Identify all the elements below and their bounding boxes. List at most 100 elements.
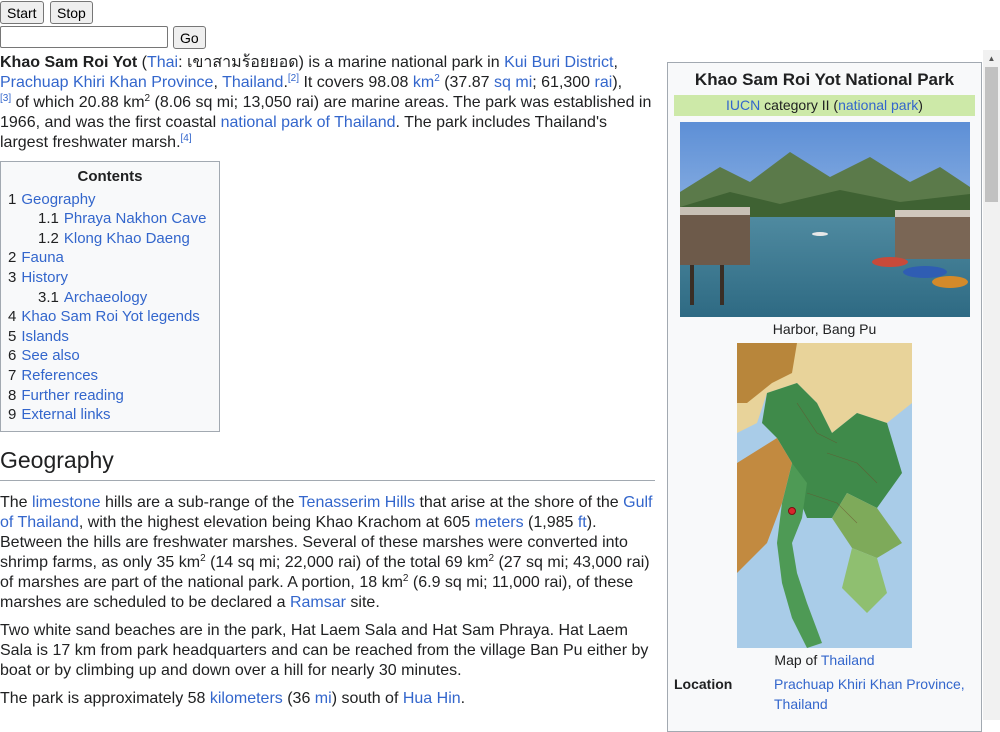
national-park-of-thailand-link[interactable]: national park of Thailand bbox=[221, 114, 396, 131]
km-link[interactable]: km bbox=[413, 74, 434, 91]
geo-text: ) south of bbox=[331, 689, 403, 707]
limestone-link[interactable]: limestone bbox=[32, 494, 100, 511]
toc-item-link[interactable]: References bbox=[21, 367, 98, 384]
geo-text: , with the highest elevation being Khao … bbox=[78, 513, 475, 531]
article-subject: Khao Sam Roi Yot bbox=[0, 54, 138, 71]
toc-item-link[interactable]: Fauna bbox=[21, 249, 64, 266]
toc-item-link[interactable]: Klong Khao Daeng bbox=[64, 230, 190, 247]
iucn-link[interactable]: IUCN bbox=[726, 97, 760, 113]
toc-item[interactable]: 3 History bbox=[8, 268, 219, 288]
iucn-national-park-link[interactable]: national park bbox=[838, 97, 918, 113]
toc-item-link[interactable]: Further reading bbox=[21, 387, 124, 404]
toc-item[interactable]: 7 References bbox=[8, 366, 219, 386]
miles-link[interactable]: mi bbox=[315, 690, 332, 707]
geo-text: The bbox=[0, 493, 33, 511]
toc-item-number: 8 bbox=[8, 386, 17, 404]
reference-4-link[interactable]: [4] bbox=[181, 133, 192, 144]
toc-item[interactable]: 4 Khao Sam Roi Yot legends bbox=[8, 307, 219, 327]
toc-item-number: 1 bbox=[8, 190, 17, 208]
tenasserim-hills-link[interactable]: Tenasserim Hills bbox=[299, 494, 415, 511]
map-caption: Map of Thailand bbox=[668, 650, 981, 670]
geo-text: (36 bbox=[282, 689, 315, 707]
infobox-title: Khao Sam Roi Yot National Park bbox=[694, 70, 955, 89]
toc-list: 1 Geography 1.1 Phraya Nakhon Cave 1.2 Klong … bbox=[8, 190, 219, 425]
thai-language-link[interactable]: Thai bbox=[147, 54, 178, 71]
hua-hin-link[interactable]: Hua Hin bbox=[403, 690, 461, 707]
toc-item[interactable]: 9 External links bbox=[8, 405, 219, 425]
geo-text: hills are a sub-range of the bbox=[100, 493, 299, 511]
reference-3-link[interactable]: [3] bbox=[0, 93, 11, 104]
intro-text: : เขาสามร้อยยอด) is a marine national pa… bbox=[178, 54, 505, 71]
feet-link[interactable]: ft bbox=[578, 514, 587, 531]
toc-item-link[interactable]: Geography bbox=[21, 191, 95, 208]
intro-text: (37.87 bbox=[439, 74, 495, 91]
iucn-text: ) bbox=[918, 97, 923, 113]
kilometers-link[interactable]: kilometers bbox=[210, 690, 283, 707]
location-value-link[interactable]: Prachuap Khiri Khan Province, Thailand bbox=[774, 674, 975, 714]
sq-mi-link[interactable]: sq mi bbox=[494, 74, 532, 91]
intro-text: , bbox=[213, 74, 223, 91]
scroll-up-arrow-icon[interactable]: ▲ bbox=[983, 50, 1000, 67]
stop-button[interactable]: Stop bbox=[50, 1, 93, 24]
toc-item-link[interactable]: Islands bbox=[21, 328, 69, 345]
toc-item-number: 1.1 bbox=[38, 210, 59, 228]
intro-text: ), bbox=[612, 74, 623, 91]
toc-item-number: 6 bbox=[8, 347, 17, 365]
iucn-category: IUCN category II (national park) bbox=[674, 95, 975, 116]
toc-item[interactable]: 1.2 Klong Khao Daeng bbox=[8, 229, 219, 249]
geography-heading: Geography bbox=[0, 446, 655, 481]
rai-link[interactable]: rai bbox=[595, 74, 613, 91]
harbor-photo[interactable] bbox=[679, 122, 970, 317]
article-content: Khao Sam Roi Yot (Thai: เขาสามร้อยยอด) i… bbox=[0, 53, 655, 717]
prachuap-province-link[interactable]: Prachuap Khiri Khan Province bbox=[0, 74, 213, 91]
kui-buri-district-link[interactable]: Kui Buri District bbox=[504, 54, 613, 71]
toc-item-link[interactable]: Archaeology bbox=[64, 289, 147, 306]
toc-item-number: 3 bbox=[8, 268, 17, 286]
toc-item-link[interactable]: See also bbox=[21, 347, 79, 364]
toc-item-number: 4 bbox=[8, 308, 17, 326]
toc-item-number: 2 bbox=[8, 249, 17, 267]
toc-item[interactable]: 1 Geography bbox=[8, 190, 219, 210]
intro-text: , bbox=[613, 54, 618, 71]
toc-item-link[interactable]: History bbox=[21, 269, 68, 286]
toc-item-number: 7 bbox=[8, 366, 17, 384]
toc-item[interactable]: 2 Fauna bbox=[8, 248, 219, 268]
reference-2-link[interactable]: [2] bbox=[288, 73, 299, 84]
toc-item-number: 3.1 bbox=[38, 288, 59, 306]
thailand-link[interactable]: Thailand bbox=[222, 74, 283, 91]
map-caption-text: Map of bbox=[774, 652, 821, 668]
url-input[interactable] bbox=[0, 26, 168, 48]
toc-item-link[interactable]: Phraya Nakhon Cave bbox=[64, 210, 207, 227]
intro-text: ( bbox=[137, 54, 147, 71]
toc-item[interactable]: 3.1 Archaeology bbox=[8, 288, 219, 308]
location-row: Location Prachuap Khiri Khan Province, T… bbox=[668, 674, 981, 714]
geo-text: (1,985 bbox=[523, 513, 578, 531]
geo-text: that arise at the shore of the bbox=[415, 493, 624, 511]
geography-paragraph-3: The park is approximately 58 kilometers … bbox=[0, 689, 655, 709]
toc-item-number: 1.2 bbox=[38, 229, 59, 247]
toc-item[interactable]: 1.1 Phraya Nakhon Cave bbox=[8, 209, 219, 229]
meters-link[interactable]: meters bbox=[475, 514, 524, 531]
toc-item-link[interactable]: External links bbox=[21, 406, 110, 423]
geo-text: . bbox=[460, 689, 466, 707]
toc-item[interactable]: 6 See also bbox=[8, 346, 219, 366]
scrollbar-thumb[interactable] bbox=[985, 67, 998, 202]
toc-item-link[interactable]: Khao Sam Roi Yot legends bbox=[21, 308, 199, 325]
iucn-text: category II ( bbox=[760, 97, 839, 113]
toc-item-number: 5 bbox=[8, 327, 17, 345]
geo-text: site. bbox=[345, 593, 380, 611]
location-label: Location bbox=[674, 676, 733, 692]
toc-item[interactable]: 5 Islands bbox=[8, 327, 219, 347]
photo-caption: Harbor, Bang Pu bbox=[772, 321, 877, 337]
go-button[interactable]: Go bbox=[173, 26, 206, 49]
ramsar-link[interactable]: Ramsar bbox=[290, 594, 346, 611]
map-thailand-link[interactable]: Thailand bbox=[821, 652, 875, 668]
toc-title: Contents bbox=[77, 168, 143, 185]
intro-text: It covers 98.08 bbox=[299, 74, 413, 91]
start-button[interactable]: Start bbox=[0, 1, 44, 24]
toc-item[interactable]: 8 Further reading bbox=[8, 386, 219, 406]
intro-text: ; 61,300 bbox=[532, 74, 595, 91]
infobox: Khao Sam Roi Yot National Park IUCN cate… bbox=[667, 62, 982, 732]
thailand-map[interactable] bbox=[737, 343, 912, 648]
geo-text: (14 sq mi; 22,000 rai) of the total 69 k… bbox=[205, 553, 489, 571]
